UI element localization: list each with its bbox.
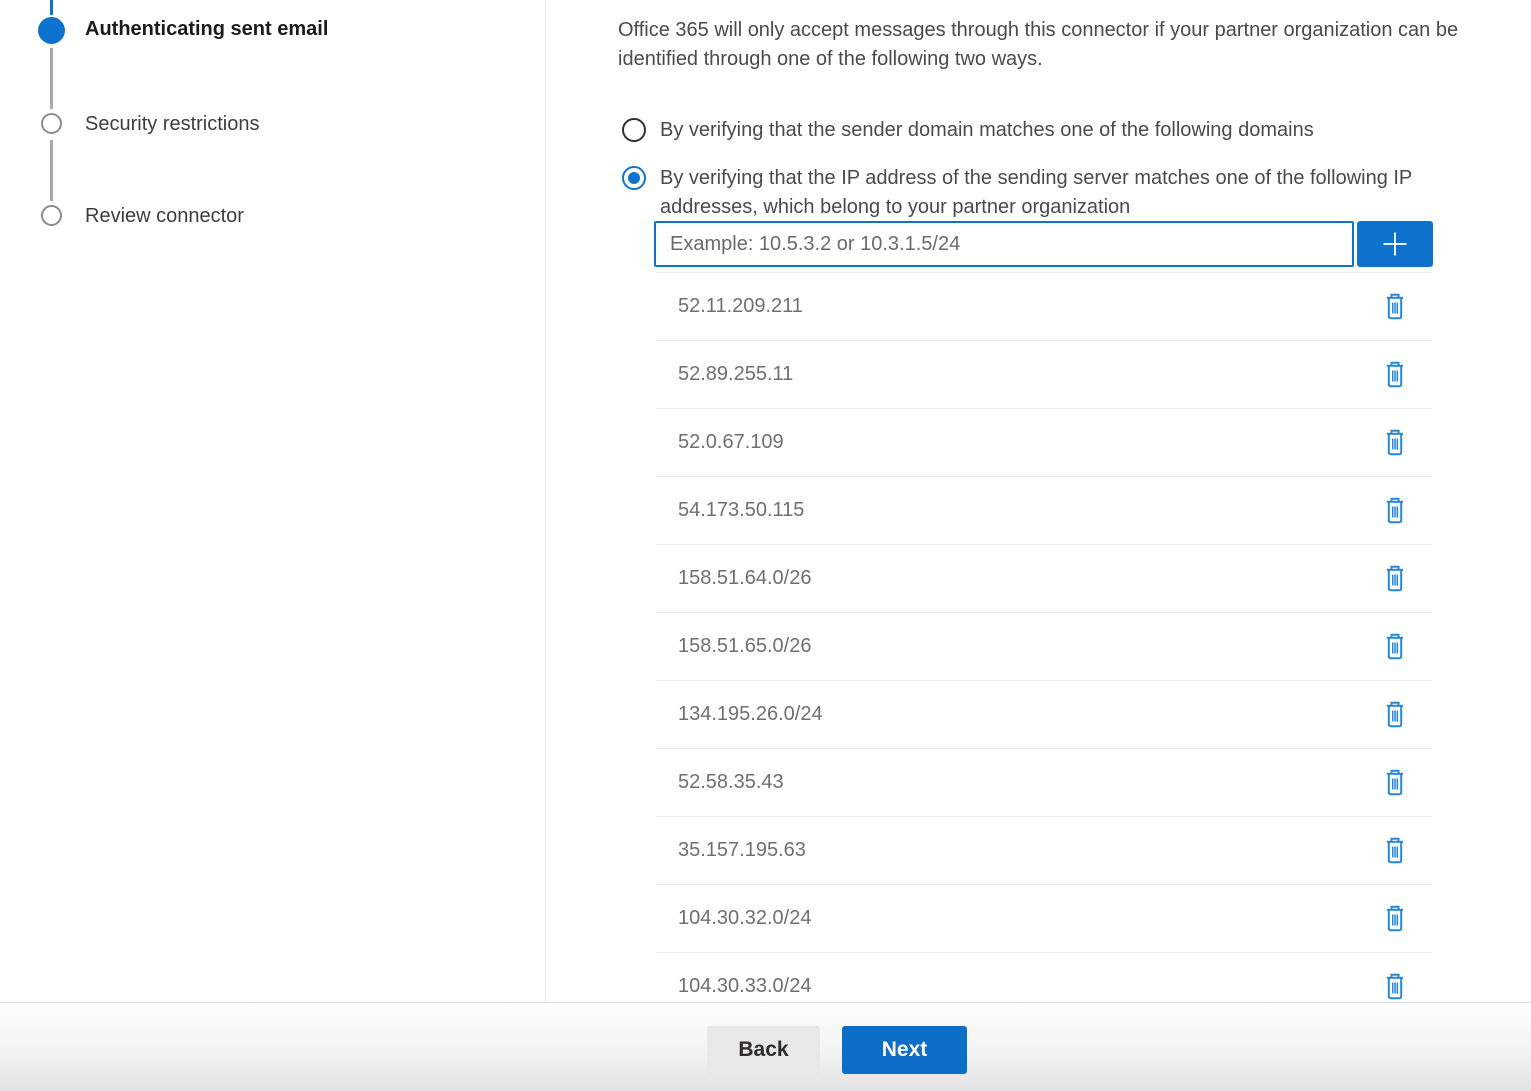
ip-address-value: 158.51.65.0/26 bbox=[678, 635, 811, 658]
intro-text: Office 365 will only accept messages thr… bbox=[618, 16, 1531, 74]
trash-icon bbox=[1383, 564, 1407, 593]
ip-address-row: 52.11.209.211 bbox=[656, 273, 1432, 341]
trash-icon bbox=[1383, 360, 1407, 389]
delete-ip-button[interactable] bbox=[1380, 563, 1410, 595]
delete-ip-button[interactable] bbox=[1380, 291, 1410, 323]
delete-ip-button[interactable] bbox=[1380, 971, 1410, 1003]
ip-address-input[interactable] bbox=[654, 221, 1354, 267]
trash-icon bbox=[1383, 768, 1407, 797]
plus-icon bbox=[1380, 229, 1410, 259]
trash-icon bbox=[1383, 972, 1407, 1001]
ip-address-value: 134.195.26.0/24 bbox=[678, 703, 823, 726]
delete-ip-button[interactable] bbox=[1380, 835, 1410, 867]
trash-icon bbox=[1383, 836, 1407, 865]
delete-ip-button[interactable] bbox=[1380, 699, 1410, 731]
step-circle-security-restrictions[interactable] bbox=[41, 113, 62, 134]
trash-icon bbox=[1383, 496, 1407, 525]
ip-address-value: 104.30.32.0/24 bbox=[678, 907, 811, 930]
ip-address-row: 104.30.33.0/24 bbox=[656, 953, 1432, 1002]
ip-address-row: 158.51.64.0/26 bbox=[656, 545, 1432, 613]
ip-address-value: 52.11.209.211 bbox=[678, 295, 803, 318]
delete-ip-button[interactable] bbox=[1380, 427, 1410, 459]
step-label-review-connector[interactable]: Review connector bbox=[85, 205, 244, 228]
radio-option-ip-address-label: By verifying that the IP address of the … bbox=[660, 164, 1475, 222]
ip-address-row: 52.58.35.43 bbox=[656, 749, 1432, 817]
ip-address-value: 35.157.195.63 bbox=[678, 839, 806, 862]
ip-address-value: 52.89.255.11 bbox=[678, 363, 793, 386]
ip-address-value: 52.0.67.109 bbox=[678, 431, 784, 454]
stepper-connector bbox=[50, 48, 53, 109]
delete-ip-button[interactable] bbox=[1380, 359, 1410, 391]
ip-address-row: 35.157.195.63 bbox=[656, 817, 1432, 885]
ip-address-row: 52.89.255.11 bbox=[656, 341, 1432, 409]
step-label-security-restrictions[interactable]: Security restrictions bbox=[85, 113, 260, 136]
ip-address-row: 54.173.50.115 bbox=[656, 477, 1432, 545]
ip-address-row: 158.51.65.0/26 bbox=[656, 613, 1432, 681]
back-button[interactable]: Back bbox=[707, 1026, 820, 1074]
trash-icon bbox=[1383, 428, 1407, 457]
ip-address-list: 52.11.209.211 52.89.255.11 bbox=[656, 272, 1432, 1002]
wizard-stepper-panel: Authenticating sent email Security restr… bbox=[0, 0, 546, 1002]
wizard-footer: Back Next bbox=[0, 1002, 1531, 1091]
delete-ip-button[interactable] bbox=[1380, 631, 1410, 663]
ip-address-row: 134.195.26.0/24 bbox=[656, 681, 1432, 749]
add-ip-button[interactable] bbox=[1357, 221, 1433, 267]
step-current-dot bbox=[38, 17, 65, 44]
ip-address-value: 158.51.64.0/26 bbox=[678, 567, 811, 590]
step-circle-review-connector[interactable] bbox=[41, 205, 62, 226]
delete-ip-button[interactable] bbox=[1380, 903, 1410, 935]
delete-ip-button[interactable] bbox=[1380, 495, 1410, 527]
radio-option-sender-domain-label: By verifying that the sender domain matc… bbox=[660, 116, 1314, 145]
delete-ip-button[interactable] bbox=[1380, 767, 1410, 799]
stepper-connector-completed bbox=[50, 0, 53, 15]
trash-icon bbox=[1383, 700, 1407, 729]
radio-selected-icon[interactable] bbox=[622, 166, 646, 190]
trash-icon bbox=[1383, 632, 1407, 661]
ip-address-value: 104.30.33.0/24 bbox=[678, 975, 811, 998]
stepper-connector bbox=[50, 140, 53, 201]
trash-icon bbox=[1383, 292, 1407, 321]
radio-option-ip-address[interactable]: By verifying that the IP address of the … bbox=[622, 164, 1502, 222]
ip-address-value: 54.173.50.115 bbox=[678, 499, 804, 522]
radio-unselected-icon[interactable] bbox=[622, 118, 646, 142]
trash-icon bbox=[1383, 904, 1407, 933]
radio-option-sender-domain[interactable]: By verifying that the sender domain matc… bbox=[622, 116, 1502, 145]
ip-address-value: 52.58.35.43 bbox=[678, 771, 784, 794]
step-label-authenticating-sent-email[interactable]: Authenticating sent email bbox=[85, 18, 328, 41]
next-button[interactable]: Next bbox=[842, 1026, 967, 1074]
ip-address-row: 104.30.32.0/24 bbox=[656, 885, 1432, 953]
ip-address-row: 52.0.67.109 bbox=[656, 409, 1432, 477]
